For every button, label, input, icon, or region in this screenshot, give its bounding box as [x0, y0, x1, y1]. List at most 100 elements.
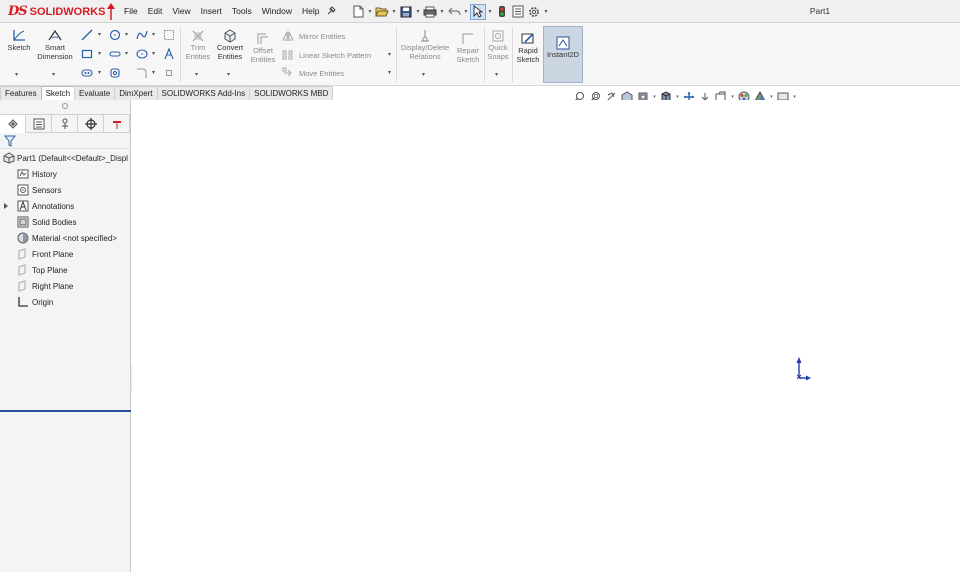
smart-dimension-dropdown-icon[interactable]: ▾	[52, 71, 55, 78]
open-dropdown-icon[interactable]: ▾	[390, 4, 398, 20]
mirror-entities-label[interactable]: Mirror Entities	[299, 32, 345, 41]
filter-icon[interactable]	[4, 135, 16, 147]
convert-entities-button[interactable]: Convert Entities	[214, 28, 246, 61]
display-delete-relations-button[interactable]: Display/Delete Relations	[398, 28, 452, 61]
menu-tools[interactable]: Tools	[227, 0, 257, 23]
rapid-sketch-button[interactable]: Rapid Sketch	[514, 31, 542, 64]
print-icon[interactable]	[422, 4, 438, 20]
tree-item-material[interactable]: Material <not specified>	[0, 230, 131, 246]
feature-manager-tab-icon[interactable]	[0, 115, 26, 133]
rebuild-icon[interactable]	[494, 4, 510, 20]
expand-arrow-icon[interactable]	[4, 203, 8, 209]
mirror-entities-icon[interactable]	[281, 29, 295, 43]
linear-pattern-icon[interactable]	[281, 48, 295, 62]
file-properties-icon[interactable]	[510, 4, 526, 20]
graphics-area[interactable]	[132, 100, 960, 572]
slot-dropdown-icon[interactable]: ▾	[125, 50, 128, 57]
construction-geometry-icon[interactable]	[80, 66, 94, 80]
instant2d-button[interactable]: Instant2D	[543, 26, 583, 83]
tab-features[interactable]: Features	[0, 86, 42, 100]
repair-sketch-button[interactable]: Repair Sketch	[453, 31, 483, 64]
circle-dropdown-icon[interactable]: ▾	[125, 31, 128, 38]
display-manager-tab-icon[interactable]	[104, 115, 130, 133]
smart-dimension-button[interactable]: Smart Dimension	[36, 28, 74, 61]
dimxpert-manager-tab-icon[interactable]	[78, 115, 104, 133]
menu-view[interactable]: View	[167, 0, 195, 23]
tab-dimxpert[interactable]: DimXpert	[114, 86, 158, 100]
menu-file[interactable]: File	[119, 0, 143, 23]
property-manager-tab-icon[interactable]	[26, 115, 52, 133]
select-dropdown-icon[interactable]: ▾	[486, 4, 494, 20]
tree-item-sensors[interactable]: Sensors	[0, 182, 131, 198]
rectangle-icon[interactable]	[80, 47, 94, 61]
print-dropdown-icon[interactable]: ▾	[438, 4, 446, 20]
feature-manager-panel: Part1 (Default<<Default>_Displ History S…	[0, 100, 131, 572]
move-entities-dropdown-icon[interactable]: ▾	[388, 69, 391, 76]
tab-sketch[interactable]: Sketch	[40, 86, 76, 100]
menu-help[interactable]: Help	[297, 0, 324, 23]
spline-icon[interactable]	[135, 28, 149, 42]
menu-insert[interactable]: Insert	[196, 0, 227, 23]
menu-window[interactable]: Window	[257, 0, 297, 23]
linear-pattern-dropdown-icon[interactable]: ▾	[388, 51, 391, 58]
line-dropdown-icon[interactable]: ▾	[98, 31, 101, 38]
linear-pattern-label[interactable]: Linear Sketch Pattern	[299, 51, 371, 60]
ribbon-separator	[396, 27, 397, 82]
solidworks-logo[interactable]: DS SOLIDWORKS	[8, 2, 105, 21]
sketch-button[interactable]: Sketch	[4, 28, 34, 53]
convert-dropdown-icon[interactable]: ▾	[227, 71, 230, 78]
tree-item-solid-bodies[interactable]: Solid Bodies	[0, 214, 131, 230]
line-icon[interactable]	[80, 28, 94, 42]
centerline-icon[interactable]	[135, 66, 149, 80]
sketch-dropdown-icon[interactable]: ▾	[15, 71, 18, 78]
tree-root-part[interactable]: Part1 (Default<<Default>_Displ	[0, 150, 131, 166]
options-icon[interactable]	[526, 4, 542, 20]
new-dropdown-icon[interactable]: ▾	[366, 4, 374, 20]
tab-solidworks-add-ins[interactable]: SOLIDWORKS Add-Ins	[156, 86, 251, 100]
construction-dropdown-icon[interactable]: ▾	[98, 69, 101, 76]
menu-pin-arrow-icon[interactable]	[106, 3, 116, 21]
tree-item-origin[interactable]: Origin	[0, 294, 131, 310]
plane-small-icon[interactable]	[162, 66, 176, 80]
offset-entities-button[interactable]: Offset Entities	[248, 31, 278, 64]
polygon-icon[interactable]	[135, 47, 149, 61]
move-entities-label[interactable]: Move Entities	[299, 69, 344, 78]
configuration-manager-tab-icon[interactable]	[52, 115, 78, 133]
quick-snaps-dropdown-icon[interactable]: ▾	[495, 71, 498, 78]
slot-icon[interactable]	[108, 47, 122, 61]
select-icon[interactable]	[470, 3, 486, 20]
circle-icon[interactable]	[108, 28, 122, 42]
sketch-fillet-icon[interactable]	[162, 28, 176, 42]
rollback-bar[interactable]	[0, 410, 131, 412]
panel-grip-icon[interactable]	[62, 103, 68, 109]
tree-item-annotations[interactable]: Annotations	[0, 198, 131, 214]
centerline-dropdown-icon[interactable]: ▾	[152, 69, 155, 76]
tab-solidworks-mbd[interactable]: SOLIDWORKS MBD	[249, 86, 334, 100]
trim-entities-button[interactable]: Trim Entities	[183, 28, 213, 61]
save-icon[interactable]	[398, 4, 414, 20]
new-document-icon[interactable]	[350, 4, 366, 20]
plane-icon	[18, 280, 26, 292]
open-icon[interactable]	[374, 4, 390, 20]
tree-filter-row[interactable]	[0, 133, 131, 149]
tree-item-top-plane[interactable]: Top Plane	[0, 262, 131, 278]
relations-dropdown-icon[interactable]: ▾	[422, 71, 425, 78]
tab-evaluate[interactable]: Evaluate	[74, 86, 116, 100]
quick-snaps-button[interactable]: Quick Snaps	[485, 28, 511, 61]
text-icon[interactable]	[162, 47, 176, 61]
rectangle-dropdown-icon[interactable]: ▾	[98, 50, 101, 57]
tree-item-front-plane[interactable]: Front Plane	[0, 246, 131, 262]
spline-dropdown-icon[interactable]: ▾	[152, 31, 155, 38]
save-dropdown-icon[interactable]: ▾	[414, 4, 422, 20]
tree-item-history[interactable]: History	[0, 166, 131, 182]
tree-item-right-plane[interactable]: Right Plane	[0, 278, 131, 294]
point-icon[interactable]	[108, 66, 122, 80]
trim-dropdown-icon[interactable]: ▾	[195, 71, 198, 78]
menu-edit[interactable]: Edit	[143, 0, 168, 23]
undo-dropdown-icon[interactable]: ▾	[462, 4, 470, 20]
polygon-dropdown-icon[interactable]: ▾	[152, 50, 155, 57]
move-entities-icon[interactable]	[281, 66, 295, 80]
options-dropdown-icon[interactable]: ▾	[542, 4, 550, 20]
pin-icon[interactable]	[326, 6, 336, 16]
undo-icon[interactable]	[446, 4, 462, 20]
